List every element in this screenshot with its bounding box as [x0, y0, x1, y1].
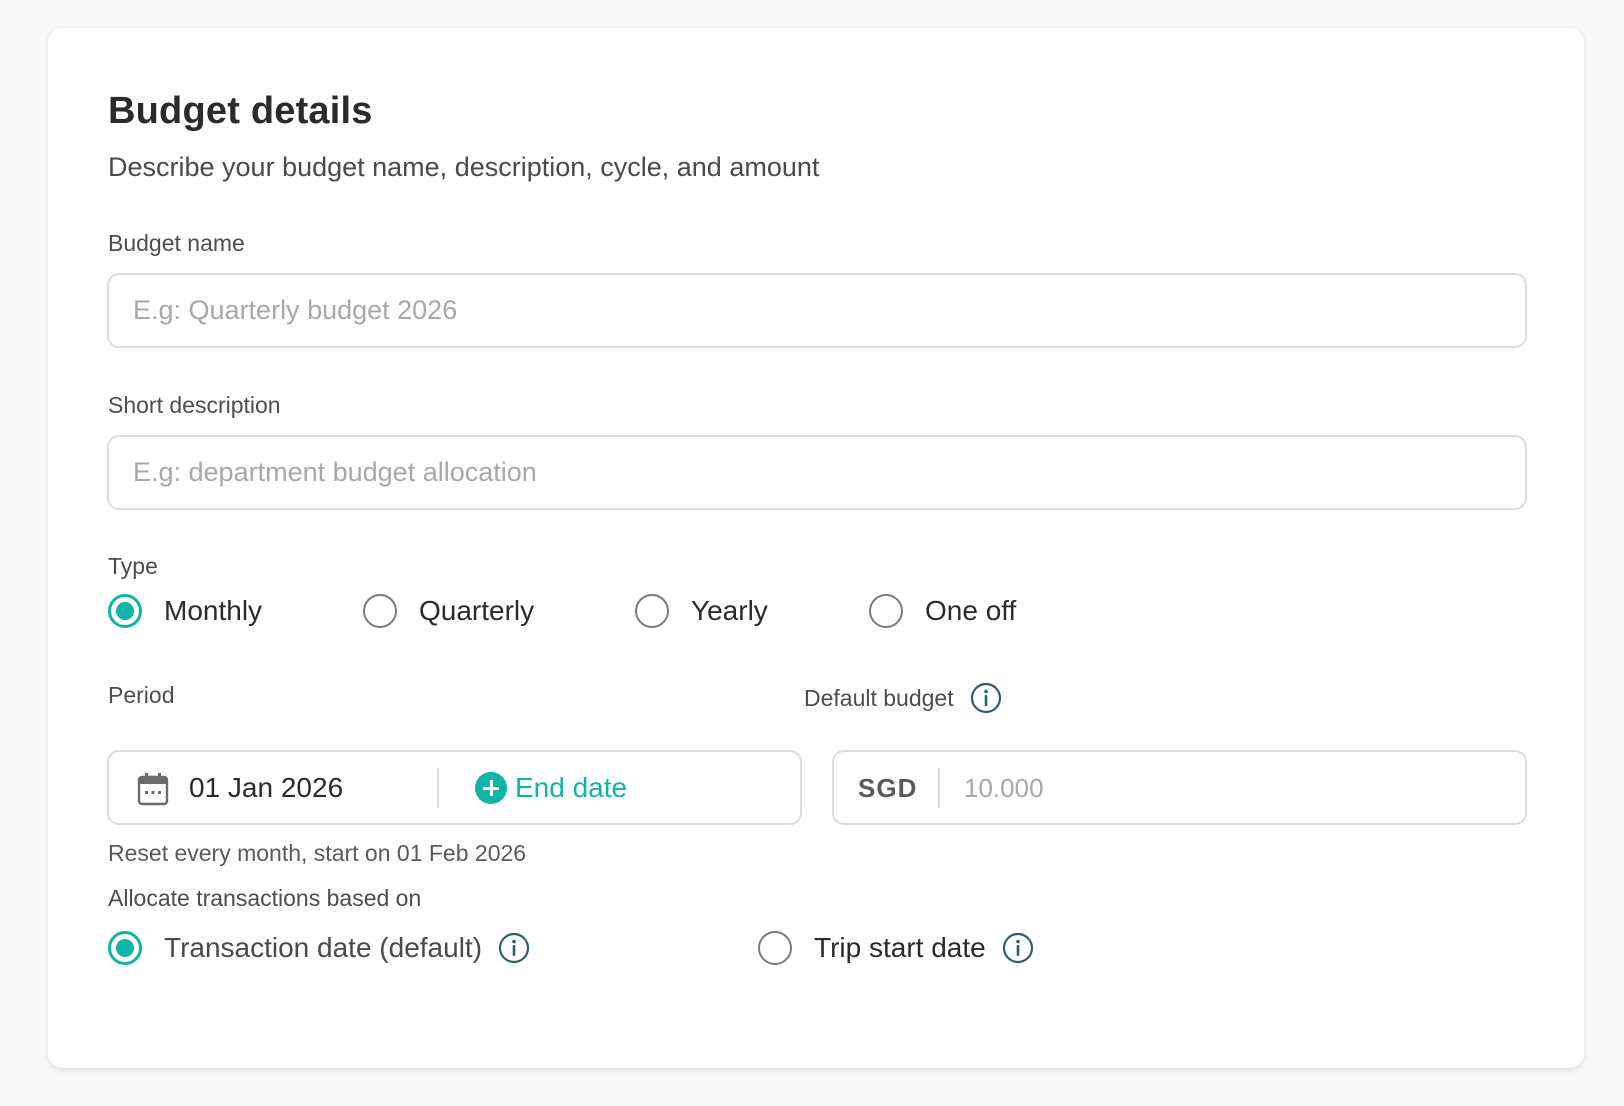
type-label: Type: [108, 553, 158, 579]
allocate-option-transaction-date[interactable]: Transaction date (default): [108, 931, 530, 965]
currency-code: SGD: [858, 773, 918, 803]
radio-checked-icon: [108, 594, 142, 628]
allocate-radio-group: Transaction date (default) Trip start da…: [108, 931, 1108, 971]
plus-circle-icon: [475, 772, 507, 804]
divider: [437, 768, 439, 808]
period-helper-text: Reset every month, start on 01 Feb 2026: [108, 840, 527, 866]
info-icon[interactable]: [1002, 932, 1034, 964]
type-option-yearly[interactable]: Yearly: [635, 594, 768, 628]
budget-details-card: Budget details Describe your budget name…: [48, 28, 1584, 1068]
type-option-label: Yearly: [691, 595, 768, 626]
period-field: 01 Jan 2026 End date: [107, 750, 802, 825]
default-budget-amount-input[interactable]: [962, 760, 1502, 816]
start-date-value[interactable]: 01 Jan 2026: [189, 772, 343, 804]
radio-unchecked-icon: [363, 594, 397, 628]
short-description-input[interactable]: [107, 435, 1527, 510]
budget-name-input[interactable]: [107, 273, 1527, 348]
allocate-option-trip-start-date[interactable]: Trip start date: [758, 931, 1034, 965]
type-option-label: One off: [925, 595, 1017, 626]
type-option-label: Monthly: [164, 595, 263, 626]
radio-unchecked-icon: [758, 931, 792, 965]
budget-name-label: Budget name: [108, 230, 245, 256]
allocate-option-label: Transaction date (default): [164, 932, 483, 963]
default-budget-field: SGD: [832, 750, 1527, 825]
radio-unchecked-icon: [635, 594, 669, 628]
end-date-label: End date: [515, 772, 628, 803]
radio-checked-icon: [108, 931, 142, 965]
calendar-icon[interactable]: [137, 772, 169, 806]
default-budget-label-row: Default budget: [804, 682, 1002, 714]
type-radio-group: Monthly Quarterly Yearly One off: [108, 594, 1108, 634]
radio-unchecked-icon: [869, 594, 903, 628]
default-budget-label: Default budget: [804, 684, 954, 711]
page-title: Budget details: [108, 90, 373, 132]
allocate-option-label: Trip start date: [814, 932, 986, 963]
short-description-label: Short description: [108, 392, 281, 418]
type-option-one-off[interactable]: One off: [869, 594, 1016, 628]
type-option-label: Quarterly: [419, 595, 535, 626]
type-option-quarterly[interactable]: Quarterly: [363, 594, 534, 628]
type-option-monthly[interactable]: Monthly: [108, 594, 262, 628]
page-subtitle: Describe your budget name, description, …: [108, 152, 820, 182]
period-label: Period: [108, 682, 175, 708]
info-icon[interactable]: [498, 932, 530, 964]
info-icon[interactable]: [970, 682, 1002, 714]
divider: [938, 768, 940, 808]
allocate-label: Allocate transactions based on: [108, 885, 422, 911]
end-date-button[interactable]: End date: [475, 768, 627, 808]
